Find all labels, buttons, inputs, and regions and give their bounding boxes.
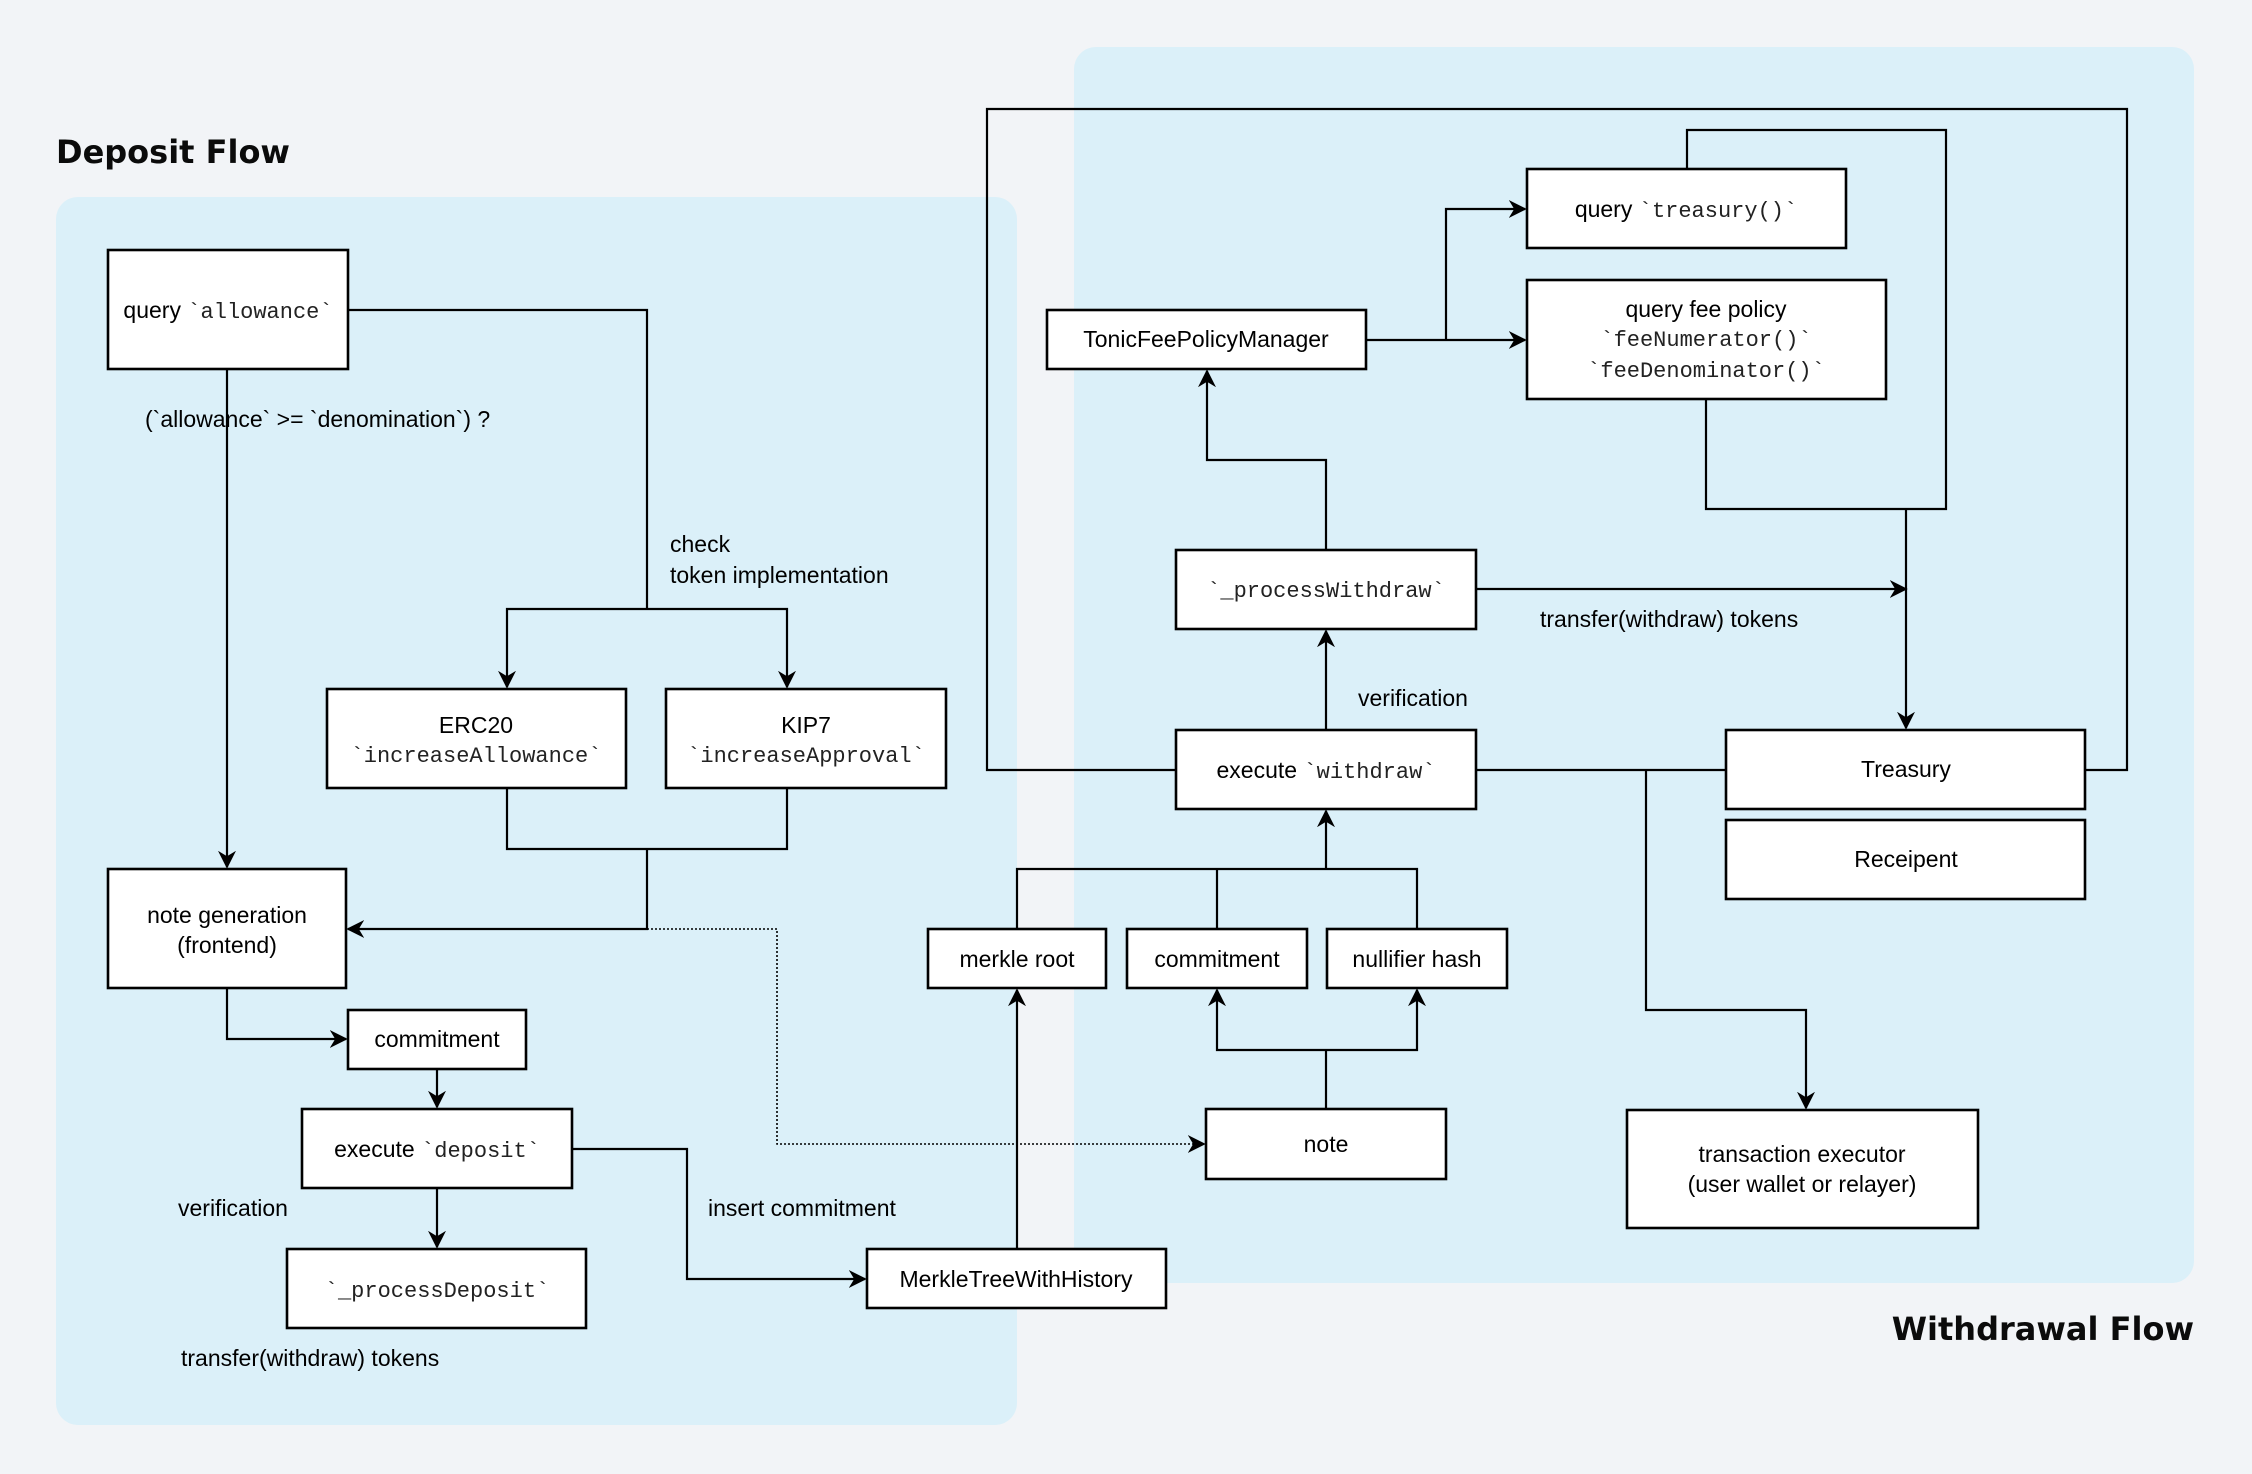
query-fee-policy-node[interactable]: query fee policy `feeNumerator()` `feeDe… — [1525, 278, 1888, 401]
svg-text:note generation: note generation — [147, 902, 307, 928]
svg-text:MerkleTreeWithHistory: MerkleTreeWithHistory — [899, 1266, 1133, 1292]
svg-text:transaction executor: transaction executor — [1698, 1141, 1905, 1167]
svg-text:Treasury: Treasury — [1861, 756, 1951, 782]
merkle-tree-node[interactable]: MerkleTreeWithHistory — [865, 1247, 1168, 1310]
svg-text:Receipent: Receipent — [1854, 846, 1958, 872]
svg-text:note: note — [1304, 1131, 1349, 1157]
withdrawal-flow-title: Withdrawal Flow — [1892, 1310, 2194, 1348]
treasury-node[interactable]: Treasury — [1724, 728, 2087, 811]
note-generation-node[interactable]: note generation (frontend) — [106, 867, 348, 990]
merkle-root-node[interactable]: merkle root — [926, 927, 1108, 990]
recipient-node[interactable]: Receipent — [1724, 818, 2087, 901]
withdraw-commitment-node[interactable]: commitment — [1125, 927, 1309, 990]
svg-text:nullifier hash: nullifier hash — [1352, 946, 1481, 972]
svg-text:ERC20: ERC20 — [439, 712, 513, 738]
deposit-flow-title: Deposit Flow — [56, 133, 290, 171]
insert-commitment-label: insert commitment — [708, 1195, 896, 1221]
nullifier-hash-node[interactable]: nullifier hash — [1325, 927, 1509, 990]
deposit-verification-label: verification — [178, 1195, 288, 1221]
execute-deposit-node[interactable]: execute `deposit` — [300, 1107, 574, 1190]
transaction-executor-node[interactable]: transaction executor (user wallet or rel… — [1625, 1108, 1980, 1230]
svg-text:merkle root: merkle root — [959, 946, 1075, 972]
flow-diagram: Deposit Flow Withdrawal Flow query `allo… — [56, 47, 2194, 1425]
svg-text:execute `deposit`: execute `deposit` — [334, 1136, 540, 1164]
withdraw-transfer-label: transfer(withdraw) tokens — [1540, 606, 1798, 632]
svg-text:query `allowance`: query `allowance` — [123, 297, 332, 325]
query-allowance-node[interactable]: query `allowance` — [106, 248, 350, 371]
process-deposit-node[interactable]: `_processDeposit` — [285, 1247, 588, 1330]
svg-text:(frontend): (frontend) — [177, 932, 277, 958]
deposit-panel — [56, 197, 1017, 1425]
fee-policy-manager-node[interactable]: TonicFeePolicyManager — [1045, 308, 1368, 371]
svg-text:`increaseAllowance`: `increaseAllowance` — [351, 744, 602, 769]
svg-text:`increaseApproval`: `increaseApproval` — [687, 744, 925, 769]
svg-text:`feeNumerator()`: `feeNumerator()` — [1600, 328, 1811, 353]
check-label-line1: check — [670, 531, 731, 557]
query-treasury-node[interactable]: query `treasury()` — [1525, 167, 1848, 250]
withdraw-verification-label: verification — [1358, 685, 1468, 711]
deposit-transfer-label: transfer(withdraw) tokens — [181, 1345, 439, 1371]
svg-text:commitment: commitment — [1154, 946, 1280, 972]
check-label-line2: token implementation — [670, 562, 889, 588]
svg-text:(user wallet or relayer): (user wallet or relayer) — [1688, 1171, 1917, 1197]
erc20-node[interactable]: ERC20 `increaseAllowance` — [325, 687, 628, 790]
execute-withdraw-node[interactable]: execute `withdraw` — [1174, 728, 1478, 811]
svg-text:query `treasury()`: query `treasury()` — [1575, 196, 1797, 224]
svg-text:`_processDeposit`: `_processDeposit` — [325, 1279, 549, 1304]
svg-text:query fee policy: query fee policy — [1625, 296, 1787, 322]
svg-text:TonicFeePolicyManager: TonicFeePolicyManager — [1083, 326, 1329, 352]
svg-text:execute `withdraw`: execute `withdraw` — [1217, 757, 1436, 785]
kip7-node[interactable]: KIP7 `increaseApproval` — [664, 687, 948, 790]
svg-text:`feeDenominator()`: `feeDenominator()` — [1587, 359, 1825, 384]
svg-text:commitment: commitment — [374, 1026, 500, 1052]
diagram-canvas: Deposit Flow Withdrawal Flow query `allo… — [0, 0, 2252, 1474]
deposit-commitment-node[interactable]: commitment — [346, 1008, 528, 1071]
note-node[interactable]: note — [1204, 1107, 1448, 1181]
condition-label: (`allowance` >= `denomination`) ? — [145, 406, 490, 432]
process-withdraw-node[interactable]: `_processWithdraw` — [1174, 548, 1478, 631]
svg-text:KIP7: KIP7 — [781, 712, 831, 738]
svg-text:`_processWithdraw`: `_processWithdraw` — [1207, 579, 1445, 604]
